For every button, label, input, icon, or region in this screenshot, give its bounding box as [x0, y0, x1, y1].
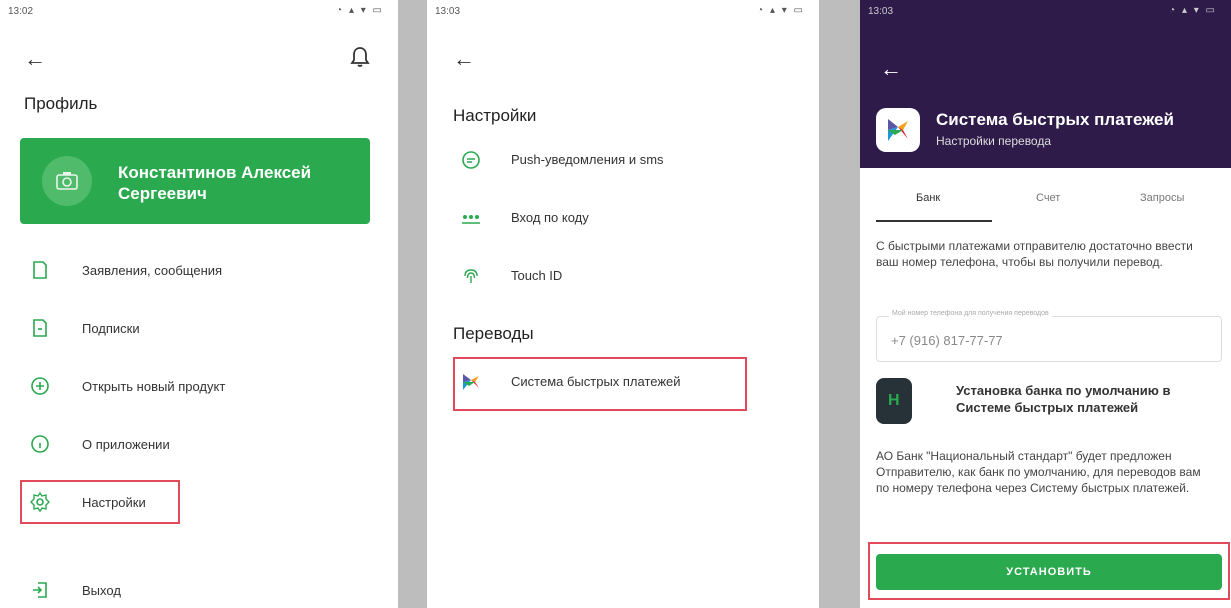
bell-icon[interactable]	[350, 46, 370, 68]
screen-divider	[819, 0, 860, 608]
default-bank-title: Установка банка по умолчанию в Системе б…	[956, 383, 1171, 415]
settings-item-label: Вход по коду	[511, 210, 589, 225]
logout-icon	[33, 582, 47, 598]
subscription-icon	[33, 319, 47, 337]
phone-field[interactable]: Мой номер телефона для получения перевод…	[876, 310, 1222, 362]
sbp-settings-panel: Банк Счет Запросы С быстрыми платежами о…	[860, 168, 1231, 608]
settings-item-touch-id[interactable]: Touch ID	[453, 256, 783, 296]
status-bar: 13:03 ◔ ▴ ▾ ▭	[427, 0, 819, 24]
menu-item-about[interactable]: О приложении	[20, 422, 380, 466]
menu-item-label: Подписки	[82, 321, 140, 336]
message-icon	[462, 151, 480, 169]
settings-item-label: Touch ID	[511, 268, 563, 283]
menu-item-label: Заявления, сообщения	[82, 263, 223, 278]
tab-bar: Банк Счет Запросы	[876, 192, 1216, 222]
code-dots-icon	[462, 215, 480, 224]
highlight-install	[868, 542, 1230, 600]
bank-logo: Н	[876, 378, 912, 424]
sbp-description: С быстрыми платежами отправителю достато…	[876, 239, 1193, 269]
camera-icon	[56, 172, 78, 190]
settings-item-label: Push-уведомления и sms	[511, 152, 664, 167]
menu-item-new-product[interactable]: Открыть новый продукт	[20, 364, 380, 408]
status-icons: ◔ ▴ ▾ ▭	[336, 5, 384, 16]
profile-name: Константинов Алексей Сергеевич	[118, 163, 312, 203]
back-arrow-icon[interactable]: ←	[880, 58, 902, 80]
active-tab-indicator	[876, 220, 992, 222]
status-time: 13:03	[435, 6, 461, 17]
transfers-section-title: Переводы	[453, 324, 534, 343]
profile-card[interactable]: Константинов Алексей Сергеевич	[20, 138, 370, 224]
menu-item-label: Выход	[82, 583, 121, 598]
info-icon	[31, 435, 49, 453]
sbp-settings-screen: 13:03 ◔ ▴ ▾ ▭ ← Система быстрых платежей…	[860, 0, 1231, 608]
status-bar: 13:02 ◔ ▴ ▾ ▭	[0, 0, 398, 24]
status-icons: ◔ ▴ ▾ ▭	[757, 5, 805, 16]
status-bar: 13:03 ◔ ▴ ▾ ▭	[860, 0, 1231, 24]
document-icon	[33, 261, 47, 279]
page-title: Профиль	[24, 94, 98, 113]
settings-section-title: Настройки	[453, 106, 537, 125]
avatar[interactable]	[42, 156, 92, 206]
back-arrow-icon[interactable]: ←	[24, 48, 46, 70]
tab-bank[interactable]: Банк	[916, 192, 940, 204]
highlight-settings	[20, 480, 180, 524]
menu-item-label: О приложении	[82, 437, 170, 452]
menu-item-label: Открыть новый продукт	[82, 379, 226, 394]
phone-field-label: Мой номер телефона для получения перевод…	[889, 310, 1052, 317]
status-time: 13:03	[868, 6, 894, 17]
default-bank-description: АО Банк "Национальный стандарт" будет пр…	[876, 449, 1201, 495]
back-arrow-icon[interactable]: ←	[453, 48, 475, 70]
settings-item-push[interactable]: Push-уведомления и sms	[453, 140, 783, 180]
highlight-sbp	[453, 357, 747, 411]
tab-account[interactable]: Счет	[1036, 192, 1060, 204]
settings-screen: 13:03 ◔ ▴ ▾ ▭ ← Настройки Push-уведомлен…	[427, 0, 819, 608]
sbp-logo	[876, 108, 920, 152]
bank-logo-letter: Н	[888, 392, 900, 409]
plus-circle-icon	[31, 377, 49, 395]
page-title: Система быстрых платежей	[936, 110, 1174, 129]
sbp-logo-icon	[888, 119, 908, 141]
page-subtitle: Настройки перевода	[936, 134, 1052, 148]
phone-field-value: +7 (916) 817-77-77	[891, 333, 1003, 348]
menu-item-applications[interactable]: Заявления, сообщения	[20, 248, 380, 292]
fingerprint-icon	[464, 269, 478, 283]
status-time: 13:02	[8, 6, 34, 17]
settings-item-code-login[interactable]: Вход по коду	[453, 198, 783, 238]
status-icons: ◔ ▴ ▾ ▭	[1169, 5, 1217, 16]
menu-item-logout[interactable]: Выход	[20, 568, 380, 608]
profile-screen: 13:02 ◔ ▴ ▾ ▭ ← Профиль Константинов Але…	[0, 0, 398, 608]
screen-divider	[398, 0, 427, 608]
menu-item-subscriptions[interactable]: Подписки	[20, 306, 380, 350]
tab-requests[interactable]: Запросы	[1140, 192, 1184, 204]
